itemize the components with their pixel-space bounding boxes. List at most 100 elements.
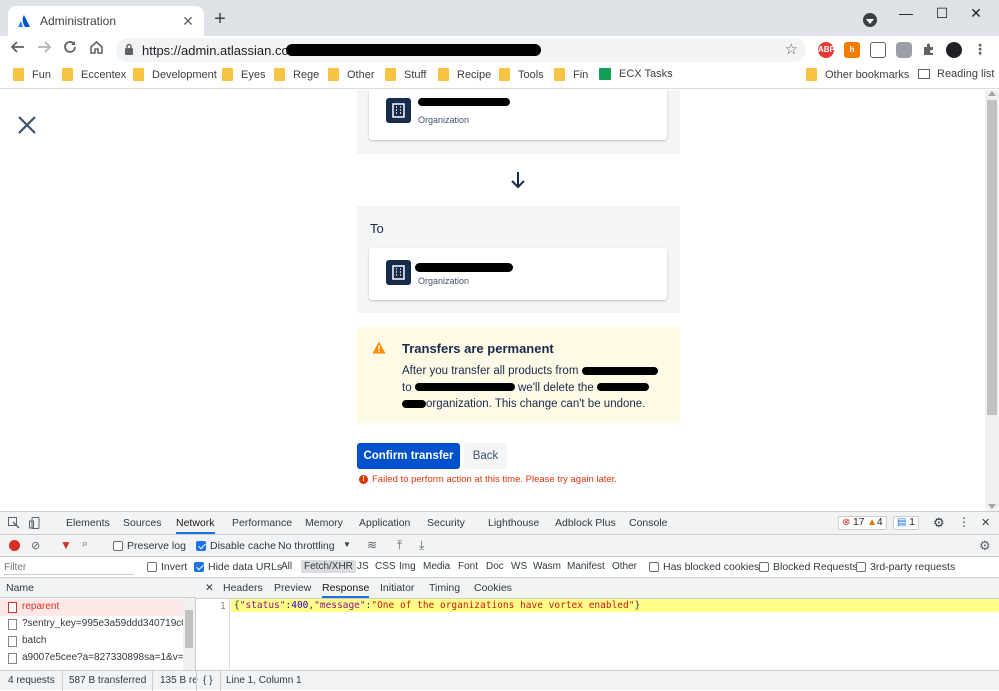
- detail-tab-timing[interactable]: Timing: [429, 582, 460, 594]
- filter-type-manifest[interactable]: Manifest: [564, 560, 608, 573]
- back-arrow-icon[interactable]: [7, 39, 29, 61]
- filter-type-doc[interactable]: Doc: [483, 560, 507, 573]
- issues-badge[interactable]: ⊗ 17 ▲4: [838, 516, 887, 530]
- request-row[interactable]: ?sentry_key=995e3a59ddd340719c07: [0, 616, 183, 633]
- devtools-more-icon[interactable]: ⋮: [958, 515, 970, 529]
- chrome-menu-icon[interactable]: ⋮: [972, 42, 988, 58]
- bookmark-eyes[interactable]: Eyes: [222, 68, 265, 81]
- request-row[interactable]: batch: [0, 633, 183, 650]
- tab-close-icon[interactable]: ✕: [180, 13, 196, 29]
- network-conditions-wifi-icon[interactable]: ≋: [367, 538, 377, 552]
- request-row[interactable]: a9007e5cee?a=827330898sa=1&v=1: [0, 650, 183, 667]
- inspect-element-icon[interactable]: [8, 517, 20, 532]
- scroll-down-icon[interactable]: [988, 504, 996, 509]
- has-blocked-cookies-checkbox[interactable]: [649, 562, 659, 572]
- third-party-checkbox[interactable]: [856, 562, 866, 572]
- devtools-tab-application[interactable]: Application: [359, 517, 410, 529]
- clear-icon[interactable]: ⊘: [31, 539, 40, 552]
- filter-funnel-icon[interactable]: ▼: [60, 538, 72, 552]
- network-settings-gear-icon[interactable]: ⚙: [979, 538, 991, 554]
- browser-tab-administration[interactable]: Administration ✕: [8, 6, 204, 36]
- name-column-header[interactable]: Name: [0, 578, 196, 598]
- throttling-select[interactable]: No throttling: [278, 540, 335, 552]
- extension-orange-icon[interactable]: h: [844, 42, 860, 58]
- scrollbar-thumb[interactable]: [987, 100, 997, 415]
- filter-type-other[interactable]: Other: [609, 560, 640, 573]
- detail-tab-headers[interactable]: Headers: [223, 582, 263, 594]
- filter-type-js[interactable]: JS: [354, 560, 372, 573]
- devtools-tab-lighthouse[interactable]: Lighthouse: [488, 517, 539, 529]
- screen-capture-icon[interactable]: [870, 42, 886, 58]
- bookmark-ecx-tasks[interactable]: ECX Tasks: [599, 68, 673, 80]
- filter-type-all[interactable]: All: [278, 560, 295, 573]
- reload-icon[interactable]: [59, 39, 81, 61]
- disable-cache-checkbox[interactable]: [196, 541, 206, 551]
- devtools-tab-security[interactable]: Security: [427, 517, 465, 529]
- reading-list[interactable]: Reading list: [918, 68, 994, 80]
- devtools-tab-network[interactable]: Network: [176, 517, 215, 534]
- filter-type-wasm[interactable]: Wasm: [530, 560, 564, 573]
- response-json-line[interactable]: {"status":400,"message":"One of the orga…: [231, 599, 999, 612]
- blocked-requests-checkbox[interactable]: [759, 562, 769, 572]
- devtools-close-icon[interactable]: ✕: [981, 516, 990, 529]
- scrollbar-thumb[interactable]: [185, 610, 193, 648]
- bookmark-eccentex[interactable]: Eccentex: [62, 68, 126, 81]
- tab-search-icon[interactable]: [863, 13, 877, 27]
- export-har-icon[interactable]: ⤓: [419, 538, 424, 553]
- device-toolbar-icon[interactable]: [29, 517, 41, 532]
- window-close-button[interactable]: ✕: [953, 0, 999, 28]
- bookmark-development[interactable]: Development: [133, 68, 217, 81]
- detail-tab-preview[interactable]: Preview: [274, 582, 311, 594]
- devtools-tab-adblock-plus[interactable]: Adblock Plus: [555, 517, 616, 529]
- bookmark-fin[interactable]: Fin: [554, 68, 588, 81]
- filter-type-ws[interactable]: WS: [508, 560, 530, 573]
- bookmark-fun[interactable]: Fun: [13, 68, 51, 81]
- forward-arrow-icon[interactable]: [33, 39, 55, 61]
- confirm-transfer-button[interactable]: Confirm transfer: [357, 443, 460, 469]
- request-row[interactable]: reparent: [0, 599, 183, 616]
- search-icon[interactable]: ⌕: [82, 538, 88, 551]
- filter-type-fetch-xhr[interactable]: Fetch/XHR: [301, 560, 356, 573]
- page-scrollbar[interactable]: [985, 90, 999, 511]
- invert-checkbox[interactable]: [147, 562, 157, 572]
- devtools-settings-gear-icon[interactable]: ⚙: [933, 515, 945, 531]
- filter-type-img[interactable]: Img: [396, 560, 419, 573]
- response-viewer[interactable]: 1 {"status":400,"message":"One of the or…: [196, 599, 999, 673]
- preserve-log-checkbox[interactable]: [113, 541, 123, 551]
- messages-badge[interactable]: ▤ 1: [893, 516, 919, 530]
- import-har-icon[interactable]: ⤒: [397, 538, 402, 553]
- bookmark-recipe[interactable]: Recipe: [438, 68, 491, 81]
- pretty-print-braces-icon[interactable]: { }: [203, 675, 212, 686]
- detail-tab-response[interactable]: Response: [322, 582, 370, 598]
- close-icon[interactable]: [16, 114, 38, 136]
- bookmark-tools[interactable]: Tools: [499, 68, 544, 81]
- bookmark-rege[interactable]: Rege: [274, 68, 319, 81]
- detail-tab-cookies[interactable]: Cookies: [474, 582, 512, 594]
- filter-type-css[interactable]: CSS: [372, 560, 399, 573]
- bookmark-other[interactable]: Other: [328, 68, 375, 81]
- detail-tab-initiator[interactable]: Initiator: [380, 582, 414, 594]
- new-tab-button[interactable]: +: [210, 9, 230, 30]
- devtools-tab-memory[interactable]: Memory: [305, 517, 343, 529]
- devtools-tab-sources[interactable]: Sources: [123, 517, 162, 529]
- record-icon[interactable]: [9, 540, 20, 551]
- close-detail-icon[interactable]: ✕: [205, 582, 214, 594]
- home-icon[interactable]: [85, 39, 107, 61]
- filter-type-font[interactable]: Font: [455, 560, 481, 573]
- devtools-tab-console[interactable]: Console: [629, 517, 668, 529]
- filter-type-media[interactable]: Media: [420, 560, 453, 573]
- adblock-plus-icon[interactable]: ABP: [818, 42, 835, 58]
- devtools-tab-elements[interactable]: Elements: [66, 517, 110, 529]
- filter-input[interactable]: [4, 560, 134, 575]
- bookmark-star-icon[interactable]: ☆: [785, 40, 798, 58]
- camera-icon[interactable]: [896, 42, 912, 58]
- back-button[interactable]: Back: [464, 443, 507, 469]
- scroll-up-icon[interactable]: [988, 91, 996, 96]
- address-bar[interactable]: https://admin.atlassian.com/o ☆: [116, 38, 806, 62]
- lock-icon[interactable]: [124, 43, 134, 58]
- bookmark-other-bookmarks[interactable]: Other bookmarks: [806, 68, 909, 81]
- extensions-puzzle-icon[interactable]: [921, 42, 937, 58]
- bookmark-stuff[interactable]: Stuff: [385, 68, 426, 81]
- profile-avatar-icon[interactable]: [946, 42, 962, 58]
- devtools-tab-performance[interactable]: Performance: [232, 517, 292, 529]
